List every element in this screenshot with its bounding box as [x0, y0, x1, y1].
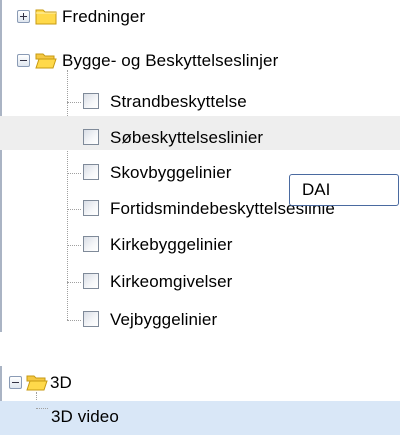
layer-item-sobeskyttelseslinier[interactable]: Søbeskyttelseslinier: [0, 116, 400, 150]
layer-item-label: Strandbeskyttelse: [110, 92, 247, 111]
layer-item-vejbyggelinier[interactable]: Vejbyggelinier: [0, 303, 400, 337]
layer-item-kirkeomgivelser[interactable]: Kirkeomgivelser: [0, 265, 400, 299]
collapse-minus-icon[interactable]: [9, 376, 22, 389]
folder-icon: [35, 6, 57, 26]
layer-checkbox[interactable]: [83, 93, 99, 109]
tree-node-label: Fredninger: [62, 7, 146, 26]
layer-checkbox[interactable]: [83, 164, 99, 180]
layer-item-strandbeskyttelse[interactable]: Strandbeskyttelse: [0, 85, 400, 119]
tree-node-bygge-og-beskyttelseslinjer[interactable]: Bygge- og Beskyttelseslinjer: [0, 44, 400, 78]
layer-item-kirkebyggelinier[interactable]: Kirkebyggelinier: [0, 228, 400, 262]
layer-item-label: Skovbyggelinier: [110, 163, 232, 182]
layer-checkbox[interactable]: [83, 236, 99, 252]
tree-node-3d[interactable]: 3D: [0, 366, 400, 400]
layer-item-label: 3D video: [51, 407, 119, 426]
tree-node-fredninger[interactable]: Fredninger: [0, 0, 400, 34]
tree-node-label: Bygge- og Beskyttelseslinjer: [62, 51, 279, 70]
tree-connector-line: [36, 408, 48, 409]
tooltip: DAI: [289, 174, 399, 206]
layer-item-3d-video[interactable]: 3D video: [0, 401, 400, 435]
layer-item-label: Kirkeomgivelser: [110, 272, 233, 291]
layer-checkbox[interactable]: [83, 273, 99, 289]
layer-item-label: Vejbyggelinier: [110, 310, 218, 329]
layer-item-label: Søbeskyttelseslinier: [110, 128, 264, 147]
layer-checkbox[interactable]: [83, 200, 99, 216]
expand-plus-icon[interactable]: [17, 10, 30, 23]
tree-node-label: 3D: [50, 373, 72, 392]
folder-open-icon: [26, 372, 48, 392]
collapse-minus-icon[interactable]: [17, 54, 30, 67]
folder-open-icon: [35, 50, 57, 70]
layer-checkbox[interactable]: [83, 311, 99, 327]
layer-checkbox[interactable]: [83, 129, 99, 145]
layer-item-label: Kirkebyggelinier: [110, 235, 233, 254]
tooltip-text: DAI: [302, 180, 331, 199]
